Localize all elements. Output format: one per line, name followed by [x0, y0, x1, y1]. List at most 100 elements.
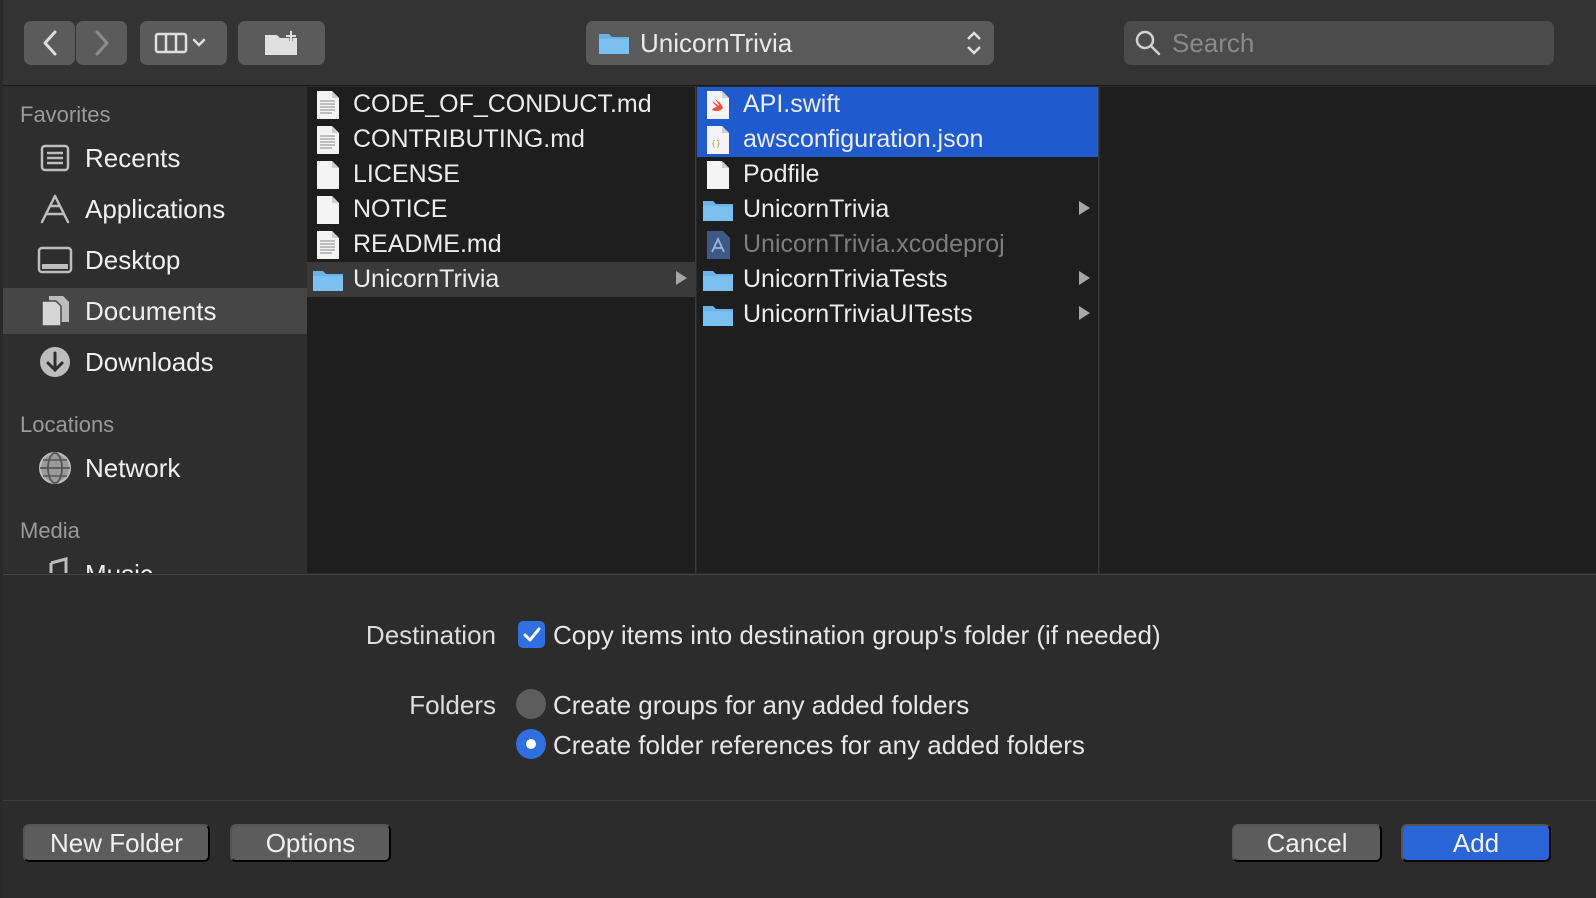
documents-icon	[37, 293, 73, 329]
swift-file-icon	[701, 89, 735, 121]
browser-column-1: CODE_OF_CONDUCT.md CONTRIBUTING.md LICEN…	[307, 87, 696, 573]
chevron-right-icon	[95, 30, 108, 56]
sidebar-item-desktop[interactable]: Desktop	[3, 237, 307, 283]
recents-icon	[37, 140, 73, 176]
file-row-contributing[interactable]: CONTRIBUTING.md	[307, 122, 695, 157]
sidebar-item-label: Documents	[85, 295, 217, 326]
file-name: UnicornTriviaTests	[743, 265, 948, 293]
forward-button[interactable]	[76, 21, 127, 65]
new-folder-icon	[264, 31, 297, 55]
browser-column-2: API.swift {} awsconfiguration.json Podfi…	[697, 87, 1099, 573]
text-file-icon	[311, 229, 345, 261]
sidebar-item-label: Network	[85, 452, 181, 483]
file-row-readme[interactable]: README.md	[307, 227, 695, 262]
blank-file-icon	[311, 159, 345, 191]
file-name: API.swift	[743, 90, 841, 118]
file-name: UnicornTrivia	[743, 195, 890, 223]
create-groups-label[interactable]: Create groups for any added folders	[553, 690, 969, 721]
copy-items-label[interactable]: Copy items into destination group's fold…	[553, 620, 1161, 651]
blank-file-icon	[311, 194, 345, 226]
file-row-awsconfiguration-json[interactable]: {} awsconfiguration.json	[697, 122, 1098, 157]
sidebar-section-locations: Locations	[20, 412, 115, 437]
path-popup-label: UnicornTrivia	[640, 27, 793, 58]
cancel-button[interactable]: Cancel	[1232, 824, 1382, 862]
folders-label: Folders	[409, 690, 496, 720]
file-name: LICENSE	[353, 160, 460, 188]
folder-icon	[701, 264, 735, 296]
sidebar-item-label: Desktop	[85, 244, 181, 275]
music-icon	[37, 556, 73, 573]
add-options-panel: Destination Copy items into destination …	[3, 574, 1596, 800]
up-down-chevron-icon	[967, 31, 981, 55]
folder-row-unicorntrivia-sub[interactable]: UnicornTrivia	[697, 192, 1098, 227]
file-name: CONTRIBUTING.md	[353, 125, 585, 153]
destination-label: Destination	[365, 620, 496, 650]
sidebar-item-label: Applications	[85, 193, 226, 224]
file-row-xcodeproj: UnicornTrivia.xcodeproj	[697, 227, 1098, 262]
file-name: awsconfiguration.json	[743, 125, 984, 153]
folder-icon	[599, 34, 629, 54]
sidebar-item-network[interactable]: Network	[3, 445, 307, 491]
blank-file-icon	[701, 159, 735, 191]
sidebar-section-media: Media	[20, 518, 80, 543]
folder-icon	[701, 299, 735, 331]
path-popup[interactable]: UnicornTrivia	[586, 21, 994, 65]
create-groups-radio[interactable]	[516, 689, 546, 719]
file-row-license[interactable]: LICENSE	[307, 157, 695, 192]
folder-icon	[311, 264, 345, 296]
view-mode-button[interactable]	[140, 21, 227, 65]
copy-items-checkbox[interactable]	[518, 621, 545, 648]
disclosure-arrow-icon	[1079, 201, 1090, 215]
svg-text:{}: {}	[711, 139, 721, 148]
create-folder-references-radio[interactable]	[516, 729, 546, 759]
options-button[interactable]: Options	[230, 824, 391, 862]
desktop-icon	[37, 242, 73, 278]
text-file-icon	[311, 89, 345, 121]
sidebar-section-favorites: Favorites	[20, 102, 111, 127]
sidebar-item-recents[interactable]: Recents	[3, 135, 307, 181]
sidebar-item-applications[interactable]: Applications	[3, 186, 307, 232]
checkmark-icon	[523, 627, 540, 641]
folder-row-unicorntriviatests[interactable]: UnicornTriviaTests	[697, 262, 1098, 297]
folder-row-unicorntriviauitests[interactable]: UnicornTriviaUITests	[697, 297, 1098, 332]
disclosure-arrow-icon	[1079, 271, 1090, 285]
file-row-podfile[interactable]: Podfile	[697, 157, 1098, 192]
search-field[interactable]	[1124, 21, 1554, 65]
network-icon	[37, 450, 73, 486]
sidebar-item-documents[interactable]: Documents	[3, 288, 307, 334]
file-name: Podfile	[743, 160, 820, 188]
file-row-notice[interactable]: NOTICE	[307, 192, 695, 227]
downloads-icon	[37, 344, 73, 380]
file-name: UnicornTrivia.xcodeproj	[743, 230, 1005, 258]
new-folder-toolbar-button[interactable]	[238, 21, 325, 65]
column-view-icon	[154, 32, 205, 54]
chevron-left-icon	[43, 30, 56, 56]
create-folder-references-label[interactable]: Create folder references for any added f…	[553, 730, 1085, 761]
search-icon	[1135, 30, 1161, 56]
disclosure-arrow-icon	[1079, 306, 1090, 320]
json-file-icon: {}	[701, 124, 735, 156]
toolbar: UnicornTrivia	[3, 0, 1596, 86]
back-button[interactable]	[24, 21, 75, 65]
file-name: UnicornTrivia	[353, 265, 500, 293]
disclosure-arrow-icon	[676, 271, 687, 285]
add-files-dialog: UnicornTrivia Favorites Recents	[0, 0, 1596, 898]
file-row-api-swift[interactable]: API.swift	[697, 87, 1098, 122]
xcodeproj-icon	[701, 229, 735, 261]
browser-column-3	[1100, 87, 1596, 573]
file-row-code-of-conduct[interactable]: CODE_OF_CONDUCT.md	[307, 87, 695, 122]
file-name: README.md	[353, 230, 502, 258]
dialog-footer: New Folder Options Cancel Add	[3, 800, 1596, 898]
file-name: UnicornTriviaUITests	[743, 300, 973, 328]
sidebar: Favorites Recents Applications Desktop D…	[3, 87, 307, 573]
folder-icon	[701, 194, 735, 226]
add-button[interactable]: Add	[1401, 824, 1551, 862]
sidebar-item-music[interactable]: Music	[3, 551, 307, 573]
file-name: NOTICE	[353, 195, 448, 223]
sidebar-item-downloads[interactable]: Downloads	[3, 339, 307, 385]
search-input[interactable]	[1172, 27, 1532, 59]
file-name: CODE_OF_CONDUCT.md	[353, 90, 652, 118]
applications-icon	[37, 191, 73, 227]
new-folder-button[interactable]: New Folder	[23, 824, 210, 862]
folder-row-unicorntrivia[interactable]: UnicornTrivia	[307, 262, 695, 297]
